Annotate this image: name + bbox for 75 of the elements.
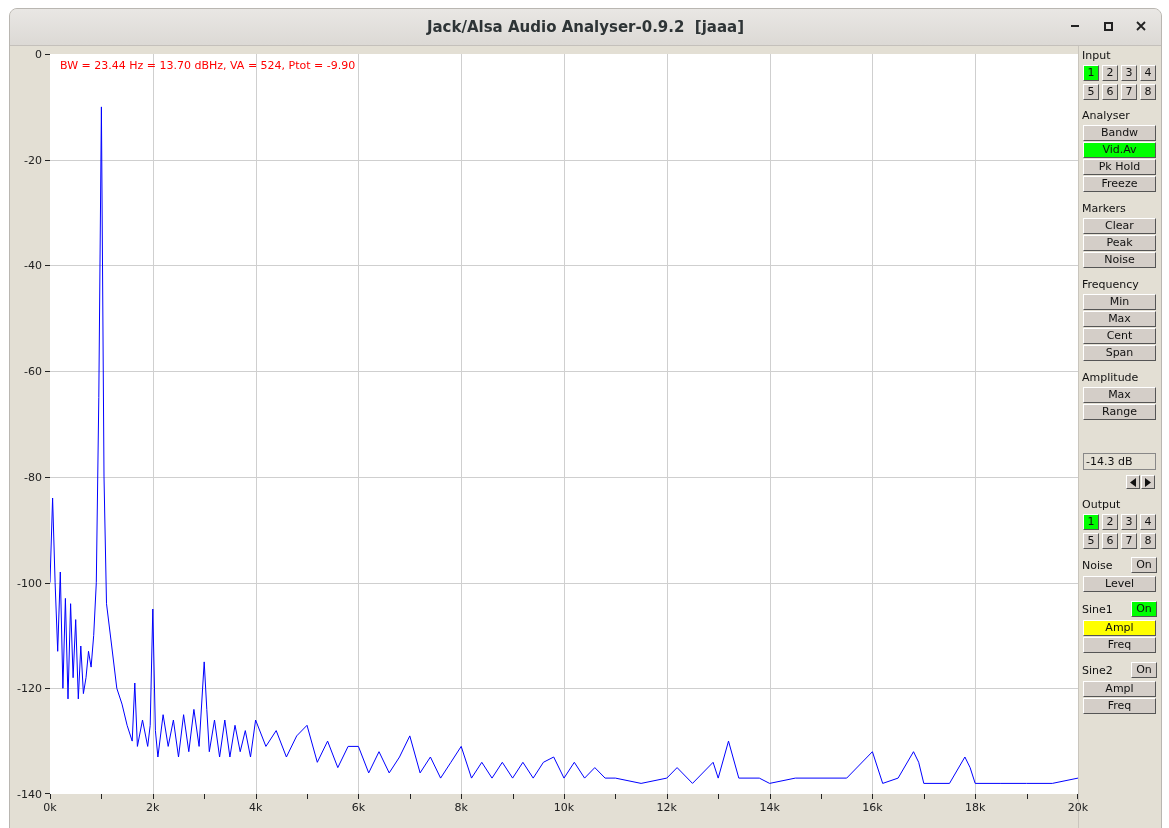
panel-button[interactable]: Freeze xyxy=(1083,176,1156,192)
section-label: Input xyxy=(1082,49,1111,62)
y-axis-label: 0 xyxy=(35,47,42,61)
y-axis-label: -40 xyxy=(24,258,42,272)
channel-button[interactable]: 7 xyxy=(1121,84,1137,100)
x-axis-label: 20k xyxy=(1067,801,1089,814)
left-arrow-icon xyxy=(1130,477,1136,487)
panel-button[interactable]: Span xyxy=(1083,345,1156,361)
channel-button[interactable]: 2 xyxy=(1102,514,1118,530)
x-axis-label: 2k xyxy=(146,801,160,814)
channel-button[interactable]: 8 xyxy=(1140,533,1156,549)
panel-button[interactable]: Freq xyxy=(1083,698,1156,714)
panel-button[interactable]: Max xyxy=(1083,311,1156,327)
x-axis-label: 4k xyxy=(248,801,263,814)
window-title: Jack/Alsa Audio Analyser-0.9.2 [jaaa] xyxy=(426,18,745,36)
channel-button[interactable]: 1 xyxy=(1083,514,1099,530)
channel-button[interactable]: 5 xyxy=(1083,533,1099,549)
toggle-label: Noise xyxy=(1082,558,1113,572)
channel-button[interactable]: 8 xyxy=(1140,84,1156,100)
measurement-readout: BW = 23.44 Hz = 13.70 dBHz, VA = 524, Ptot = -9.90 xyxy=(60,59,356,72)
x-axis-label: 6k xyxy=(351,801,366,814)
minimize-icon xyxy=(1071,25,1079,27)
channel-button[interactable]: 1 xyxy=(1083,65,1099,81)
on-button[interactable]: On xyxy=(1131,557,1157,573)
x-axis-label: 18k xyxy=(965,801,986,814)
y-axis-label: -80 xyxy=(24,470,42,484)
maximize-icon xyxy=(1103,21,1113,31)
x-axis-label: 14k xyxy=(759,801,780,814)
increase-button[interactable] xyxy=(1141,475,1155,489)
x-axis-label: 8k xyxy=(454,801,468,814)
x-axis-label: 10k xyxy=(553,801,575,814)
toggle-label: Sine2 xyxy=(1082,663,1113,677)
x-axis-label: 12k xyxy=(656,801,677,814)
close-icon xyxy=(1136,21,1146,31)
on-button[interactable]: On xyxy=(1131,601,1157,617)
panel-button[interactable]: Bandw xyxy=(1083,125,1156,141)
y-axis-label: -100 xyxy=(17,576,42,590)
panel-button[interactable]: Pk Hold xyxy=(1083,159,1156,175)
panel-button[interactable]: Vid.Av xyxy=(1083,142,1156,158)
section-label: Amplitude xyxy=(1082,371,1139,384)
panel-button[interactable]: Min xyxy=(1083,294,1156,310)
channel-button[interactable]: 2 xyxy=(1102,65,1118,81)
panel-button[interactable]: Level xyxy=(1083,576,1156,592)
panel-button[interactable]: Ampl xyxy=(1083,620,1156,636)
panel-button[interactable]: Peak xyxy=(1083,235,1156,251)
x-axis-label: 16k xyxy=(862,801,883,814)
channel-button[interactable]: 5 xyxy=(1083,84,1099,100)
channel-button[interactable]: 6 xyxy=(1102,84,1118,100)
panel-button[interactable]: Cent xyxy=(1083,328,1156,344)
y-axis-label: -60 xyxy=(24,364,42,378)
toggle-label: Sine1 xyxy=(1082,602,1113,616)
value-field[interactable]: -14.3 dB xyxy=(1083,453,1156,470)
x-axis-label: 0k xyxy=(43,801,57,814)
panel-button[interactable]: Freq xyxy=(1083,637,1156,653)
channel-button[interactable]: 3 xyxy=(1121,65,1137,81)
y-axis-label: -20 xyxy=(24,153,42,167)
y-axis-label: -120 xyxy=(17,681,42,695)
channel-button[interactable]: 6 xyxy=(1102,533,1118,549)
panel-button[interactable]: Clear xyxy=(1083,218,1156,234)
section-label: Frequency xyxy=(1082,278,1139,291)
channel-button[interactable]: 4 xyxy=(1140,514,1156,530)
decrease-button[interactable] xyxy=(1126,475,1140,489)
section-label: Markers xyxy=(1082,202,1126,215)
section-label: Output xyxy=(1082,498,1121,511)
panel-button[interactable]: Max xyxy=(1083,387,1156,403)
right-arrow-icon xyxy=(1145,477,1151,487)
channel-button[interactable]: 7 xyxy=(1121,533,1137,549)
on-button[interactable]: On xyxy=(1131,662,1157,678)
panel-button[interactable]: Range xyxy=(1083,404,1156,420)
y-axis-label: -140 xyxy=(17,787,42,801)
section-label: Analyser xyxy=(1082,109,1130,122)
channel-button[interactable]: 3 xyxy=(1121,514,1137,530)
panel-button[interactable]: Noise xyxy=(1083,252,1156,268)
panel-button[interactable]: Ampl xyxy=(1083,681,1156,697)
channel-button[interactable]: 4 xyxy=(1140,65,1156,81)
